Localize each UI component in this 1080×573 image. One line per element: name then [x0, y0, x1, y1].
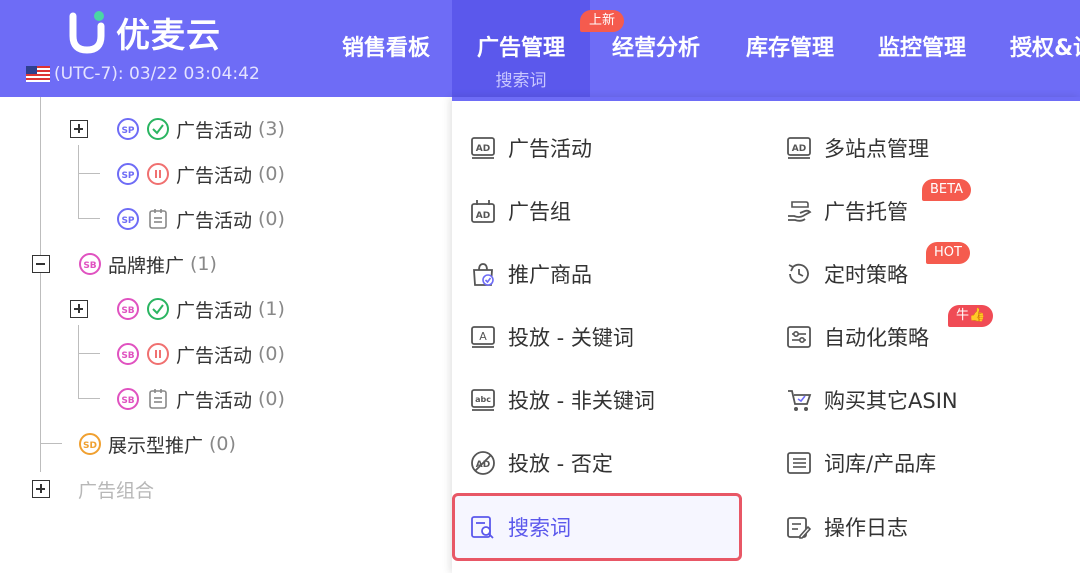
menu-targeting-keywords[interactable]: A 投放 - 关键词: [470, 315, 634, 359]
tree-line: [78, 325, 79, 398]
tree-item-sp-enabled[interactable]: SP 广告活动 (3): [116, 114, 285, 144]
svg-text:AD: AD: [476, 211, 490, 221]
menu-keyword-library[interactable]: 词库/产品库: [786, 441, 936, 485]
svg-text:SB: SB: [83, 261, 96, 271]
svg-text:SD: SD: [83, 441, 97, 451]
tree-line: [78, 398, 100, 399]
site-clock: (UTC-7): 03/22 03:04:42: [26, 64, 260, 84]
hot-badge: HOT: [926, 242, 970, 264]
sp-icon: SP: [117, 163, 139, 185]
expand-toggle[interactable]: [70, 300, 88, 318]
tree-item-sp-paused[interactable]: SP 广告活动 (0): [116, 159, 285, 189]
svg-text:SP: SP: [121, 171, 134, 181]
svg-text:SP: SP: [121, 126, 134, 136]
tree-item-brand-promotion[interactable]: SB 品牌推广 (1): [78, 249, 217, 279]
svg-text:abc: abc: [475, 395, 491, 404]
paused-icon: [147, 163, 169, 185]
keyword-icon: A: [471, 326, 495, 348]
nav-monitoring[interactable]: 监控管理: [878, 0, 966, 97]
ad-group-icon: AD: [471, 200, 495, 223]
beta-badge: BETA: [922, 179, 971, 201]
menu-search-terms[interactable]: 搜索词: [470, 505, 571, 549]
logo-icon: [69, 11, 105, 54]
ad-icon: AD: [787, 137, 811, 159]
sp-icon: SP: [117, 208, 139, 230]
nav-sales-board[interactable]: 销售看板: [342, 0, 430, 97]
menu-targeting-negative[interactable]: AD 投放 - 否定: [470, 441, 613, 485]
log-edit-icon: [787, 517, 812, 539]
svg-text:SB: SB: [121, 351, 134, 361]
archived-icon: [149, 209, 167, 229]
menu-scheduled-strategy[interactable]: 定时策略: [786, 252, 908, 296]
menu-ad-groups[interactable]: AD 广告组: [470, 189, 571, 233]
tree-line: [78, 173, 100, 174]
svg-text:SB: SB: [121, 396, 134, 406]
tree-item-sb-enabled[interactable]: SB 广告活动 (1): [116, 294, 285, 324]
nav-ad-management[interactable]: 广告管理 搜索词: [452, 0, 590, 97]
nav-business-analysis[interactable]: 经营分析: [612, 0, 700, 97]
tree-item-portfolio[interactable]: 广告组合: [78, 474, 154, 504]
new-badge: 上新: [580, 10, 625, 32]
tree-line: [40, 443, 62, 444]
menu-campaigns[interactable]: AD 广告活动: [470, 126, 592, 170]
shopping-bag-icon: [473, 263, 494, 286]
search-term-icon: [471, 516, 494, 539]
svg-text:AD: AD: [476, 144, 490, 154]
sb-icon: SB: [117, 343, 139, 365]
clock-refresh-icon: [788, 263, 809, 284]
collapse-toggle[interactable]: [32, 255, 50, 273]
expand-toggle[interactable]: [70, 120, 88, 138]
hosting-hand-icon: [788, 201, 812, 222]
svg-text:AD: AD: [792, 144, 806, 154]
menu-other-asin[interactable]: 购买其它ASIN: [786, 378, 958, 422]
menu-promoted-products[interactable]: 推广商品: [470, 252, 592, 296]
nav-inventory[interactable]: 库存管理: [746, 0, 834, 97]
menu-automation-strategy[interactable]: 自动化策略: [786, 315, 929, 359]
menu-targeting-non-keywords[interactable]: abc 投放 - 非关键词: [470, 378, 655, 422]
clock-text: (UTC-7): 03/22 03:04:42: [54, 64, 260, 84]
tree-line: [78, 218, 100, 219]
tree-item-sp-archived[interactable]: SP 广告活动 (0): [116, 204, 285, 234]
nav-authorization[interactable]: 授权&设: [1010, 0, 1080, 97]
paused-icon: [147, 343, 169, 365]
sb-icon: SB: [79, 253, 101, 275]
sliders-icon: [787, 326, 811, 348]
nav-current-sub: 搜索词: [495, 71, 547, 91]
enabled-check-icon: [147, 118, 169, 140]
menu-operation-log[interactable]: 操作日志: [786, 505, 908, 549]
menu-ad-hosting[interactable]: 广告托管: [786, 189, 908, 233]
cart-icon: [788, 390, 812, 411]
svg-text:SB: SB: [121, 306, 134, 316]
us-flag-icon: [26, 66, 50, 82]
sd-icon: SD: [79, 433, 101, 455]
negative-ad-icon: AD: [471, 451, 495, 475]
svg-text:A: A: [479, 330, 487, 343]
expand-toggle[interactable]: [32, 480, 50, 498]
svg-text:SP: SP: [121, 216, 134, 226]
tree-line: [40, 287, 41, 472]
tree-item-sb-archived[interactable]: SB 广告活动 (0): [116, 384, 285, 414]
ad-icon: AD: [471, 137, 495, 159]
archived-icon: [149, 389, 167, 409]
sb-icon: SB: [117, 298, 139, 320]
tree-item-display-promotion[interactable]: SD 展示型推广 (0): [78, 429, 236, 459]
sb-icon: SB: [117, 388, 139, 410]
tree-line: [78, 145, 79, 218]
tree-line: [78, 353, 100, 354]
logo[interactable]: 优麦云: [68, 10, 221, 56]
campaign-tree: SP 广告活动 (3) SP 广告活动 (0) SP 广告活动 (0) SB 品牌推广…: [0, 97, 452, 573]
niu-badge: 牛👍: [948, 305, 994, 327]
abc-icon: abc: [471, 389, 495, 411]
tree-item-sb-paused[interactable]: SB 广告活动 (0): [116, 339, 285, 369]
list-icon: [787, 452, 811, 474]
menu-multi-site[interactable]: AD 多站点管理: [786, 126, 929, 170]
top-header: 优麦云 (UTC-7): 03/22 03:04:42 销售看板 广告管理 搜索…: [0, 0, 1080, 97]
logo-text: 优麦云: [116, 15, 221, 56]
enabled-check-icon: [147, 298, 169, 320]
sp-icon: SP: [117, 118, 139, 140]
